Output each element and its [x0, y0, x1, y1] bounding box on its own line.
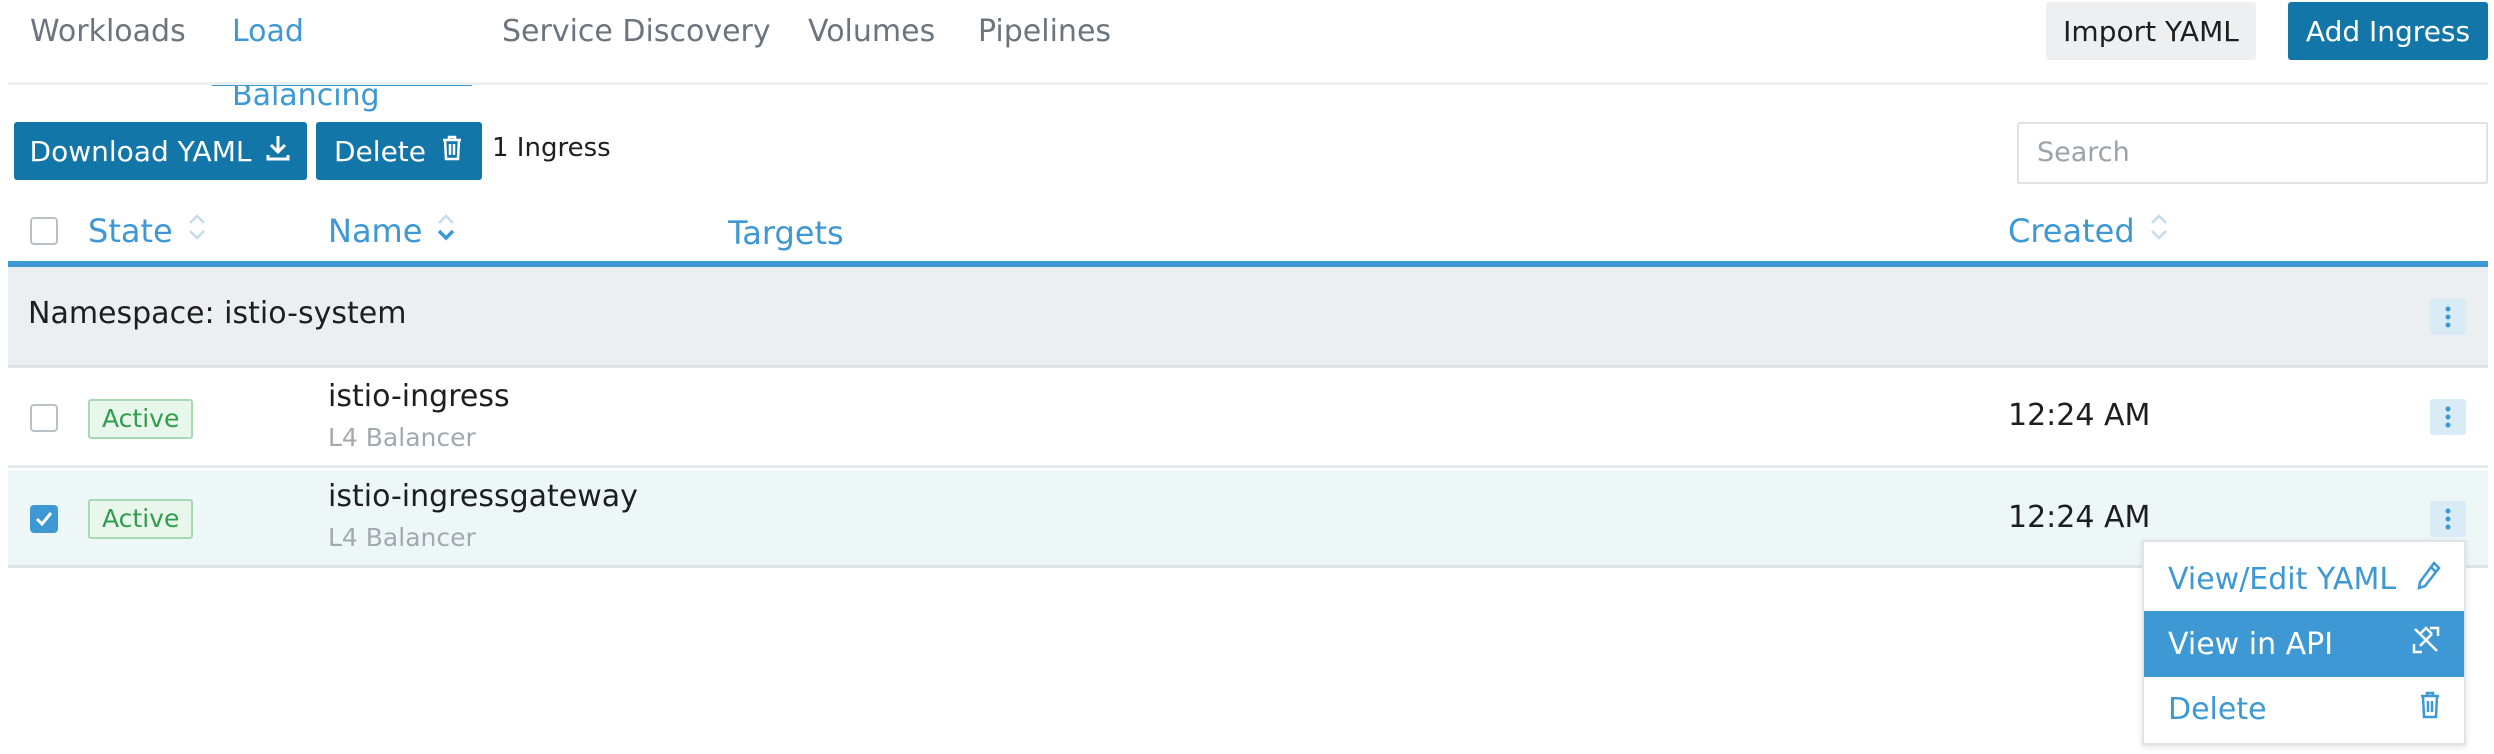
- row-checkbox-checked[interactable]: [30, 505, 58, 533]
- menu-item-view-edit-yaml[interactable]: View/Edit YAML: [2144, 546, 2464, 612]
- trash-icon: [2418, 690, 2442, 728]
- download-icon: [265, 134, 291, 169]
- delete-button[interactable]: Delete: [316, 122, 482, 180]
- delete-label: Delete: [334, 134, 426, 168]
- menu-item-label: View in API: [2168, 626, 2334, 662]
- row-created: 12:24 AM: [2008, 398, 2151, 433]
- row-type: L4 Balancer: [328, 523, 476, 552]
- tab-load-balancing[interactable]: Load Balancing: [212, 0, 472, 113]
- tab-workloads[interactable]: Workloads: [10, 0, 206, 86]
- kebab-icon: [2445, 306, 2451, 328]
- checkmark-icon: [35, 512, 53, 527]
- namespace-group-label: Namespace: istio-system: [28, 296, 407, 331]
- status-badge: Active: [88, 499, 194, 539]
- row-name-link[interactable]: istio-ingressgateway: [328, 479, 638, 514]
- group-actions-button[interactable]: [2430, 299, 2466, 335]
- menu-item-label: View/Edit YAML: [2168, 561, 2397, 597]
- add-ingress-button[interactable]: Add Ingress: [2288, 2, 2488, 60]
- trash-icon: [440, 134, 464, 169]
- row-actions-button[interactable]: [2430, 501, 2466, 537]
- header-targets: Targets: [728, 214, 844, 252]
- sort-icon: [187, 212, 207, 250]
- header-state-label: State: [88, 212, 173, 250]
- pencil-icon: [2416, 560, 2442, 598]
- sort-descending-icon: [436, 212, 456, 250]
- row-created: 12:24 AM: [2008, 500, 2151, 535]
- ingress-count: 1 Ingress: [492, 133, 611, 163]
- import-yaml-button[interactable]: Import YAML: [2046, 2, 2256, 60]
- tab-volumes[interactable]: Volumes: [788, 0, 955, 86]
- row-context-menu: View/Edit YAML View in API Delete: [2142, 540, 2466, 745]
- kebab-icon: [2445, 406, 2451, 428]
- row-name-link[interactable]: istio-ingress: [328, 379, 510, 414]
- tab-service-discovery[interactable]: Service Discovery: [482, 0, 791, 86]
- row-checkbox[interactable]: [30, 404, 58, 432]
- download-yaml-label: Download YAML: [29, 134, 252, 168]
- row-actions-button[interactable]: [2430, 399, 2466, 435]
- status-badge: Active: [88, 399, 194, 439]
- external-link-icon: [2410, 624, 2442, 664]
- search-input[interactable]: Search: [2017, 122, 2488, 184]
- select-all-checkbox[interactable]: [30, 217, 58, 245]
- header-created-label: Created: [2008, 212, 2135, 250]
- sort-icon: [2149, 212, 2169, 250]
- tabs-divider: [8, 82, 2488, 85]
- row-type: L4 Balancer: [328, 423, 476, 452]
- header-name[interactable]: Name: [328, 212, 456, 250]
- menu-item-delete[interactable]: Delete: [2144, 676, 2464, 742]
- download-yaml-button[interactable]: Download YAML: [14, 122, 307, 180]
- header-created[interactable]: Created: [2008, 212, 2169, 250]
- tab-pipelines[interactable]: Pipelines: [958, 0, 1131, 86]
- header-name-label: Name: [328, 212, 423, 250]
- kebab-icon: [2445, 508, 2451, 530]
- header-state[interactable]: State: [88, 212, 207, 250]
- menu-item-label: Delete: [2168, 691, 2267, 727]
- menu-item-view-in-api[interactable]: View in API: [2144, 611, 2464, 677]
